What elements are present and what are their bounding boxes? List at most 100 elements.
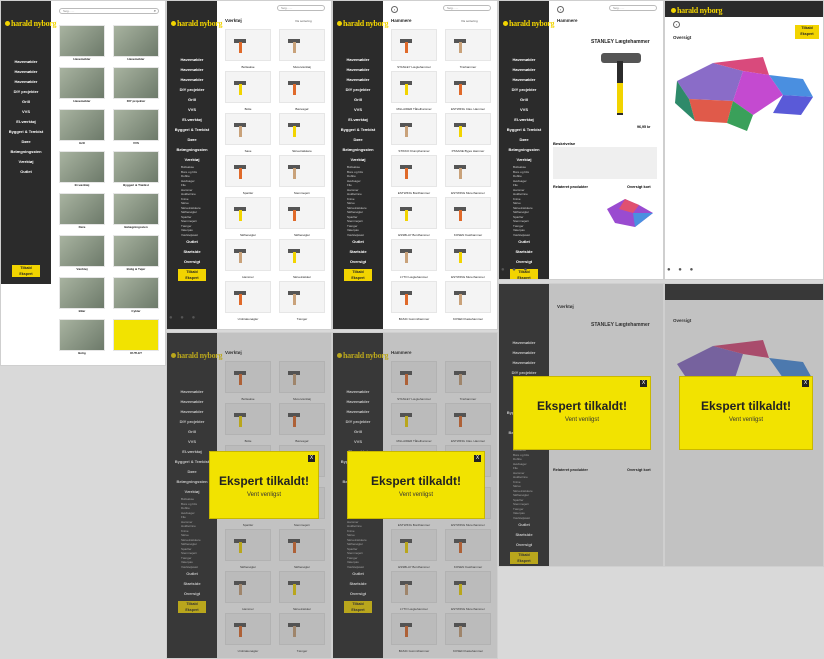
search-input[interactable]: Søg....... ⌕ (59, 8, 159, 14)
nav-item[interactable]: Havemøbler (167, 75, 217, 85)
store-map[interactable] (673, 53, 819, 133)
product-tile[interactable]: Murerværktøj (279, 29, 325, 71)
nav-item[interactable]: Outlet (333, 237, 383, 247)
nav-item[interactable]: Byggeri & Træbist (499, 125, 549, 135)
nav-item[interactable]: Byggeri & Træbist (333, 125, 383, 135)
close-icon[interactable]: X (802, 380, 809, 387)
search-icon[interactable]: ⌕ (154, 9, 156, 13)
category-tile[interactable]: Bolig & Tøjer (113, 235, 159, 277)
product-tile[interactable]: Bæresgør (279, 71, 325, 113)
close-icon[interactable]: X (474, 455, 481, 462)
overview-map-thumb[interactable] (605, 195, 655, 231)
product-tile[interactable]: STIKKO Klumphammer (391, 113, 437, 155)
nav-item[interactable]: Døre (499, 135, 549, 145)
nav-item[interactable]: Havemøbler (499, 75, 549, 85)
nav-item[interactable]: Belægningssten (1, 147, 51, 157)
nav-item[interactable]: Havemøbler (499, 65, 549, 75)
product-tile[interactable]: ESTWING Bordhammer (391, 155, 437, 197)
nav-item[interactable]: Outlet (499, 237, 549, 247)
nav-item[interactable]: VVS (333, 105, 383, 115)
brand-logo[interactable]: harald nyborg (337, 17, 389, 31)
product-tile[interactable]: Tænger (279, 281, 325, 323)
category-tile[interactable]: Havemøbler (113, 25, 159, 67)
pagination[interactable]: ● ● ● (667, 267, 696, 273)
nav-item[interactable]: Belægningssten (333, 145, 383, 155)
product-tile[interactable]: BASIC Gummihammer (391, 281, 437, 323)
product-tile[interactable]: Umbrakonøgler (225, 281, 271, 323)
startside-link[interactable]: Startside (499, 247, 549, 257)
nav-item[interactable]: Grill (167, 95, 217, 105)
nav-item[interactable]: Grill (499, 95, 549, 105)
product-tile[interactable]: Save (225, 113, 271, 155)
category-tile[interactable]: Døre (59, 193, 105, 235)
nav-item[interactable]: El-værktøj (1, 117, 51, 127)
nav-item[interactable]: Døre (1, 137, 51, 147)
search-input[interactable]: Søg....... (609, 5, 657, 11)
nav-item[interactable]: Døre (167, 135, 217, 145)
cta-button[interactable]: Tilkald Ekspert (344, 269, 372, 281)
product-tile[interactable]: Stemmejern (279, 155, 325, 197)
cta-button[interactable]: Tilkald Ekspert (795, 25, 819, 39)
nav-item[interactable]: Værktøj (499, 155, 549, 165)
nav-item[interactable]: VVS (499, 105, 549, 115)
product-tile[interactable]: ESSBLAY Bordhammer (391, 197, 437, 239)
search-input[interactable]: Søg....... (443, 5, 491, 11)
back-icon[interactable]: ‹ (391, 6, 398, 13)
nav-item[interactable]: Byggeri & Træbist (1, 127, 51, 137)
category-tile[interactable]: Belægningssten (113, 193, 159, 235)
nav-item[interactable]: Belægningssten (167, 145, 217, 155)
product-tile[interactable]: Skruetrækker (279, 239, 325, 281)
product-tile[interactable]: Boltsakse (225, 29, 271, 71)
nav-item[interactable]: Grill (1, 97, 51, 107)
nav-item[interactable]: Værktøj (333, 155, 383, 165)
category-tile[interactable]: Cykler (113, 277, 159, 319)
category-tile[interactable]: El-værktøj (59, 151, 105, 193)
category-tile[interactable]: Bilar (59, 277, 105, 319)
brand-logo[interactable]: harald nyborg (5, 17, 57, 31)
nav-item[interactable]: Havemøbler (167, 65, 217, 75)
category-tile[interactable]: OUTLET (113, 319, 159, 361)
nav-item[interactable]: Havemøbler (1, 77, 51, 87)
category-tile[interactable]: VVS (113, 109, 159, 151)
product-tile[interactable]: PSSANE Byjes Hammer (445, 113, 491, 155)
nav-item[interactable]: Outlet (167, 237, 217, 247)
startside-link[interactable]: Startside (333, 247, 383, 257)
nav-item[interactable]: DIY projekter (1, 87, 51, 97)
category-tile[interactable]: Havemøbler (59, 67, 105, 109)
oversigt-link[interactable]: Oversigt (167, 257, 217, 267)
nav-item[interactable]: DIY projekter (499, 85, 549, 95)
nav-item[interactable]: Byggeri & Træbist (167, 125, 217, 135)
category-tile[interactable]: Grill (59, 109, 105, 151)
pagination[interactable]: ● ● ● (169, 315, 198, 321)
category-tile[interactable]: Værktøj (59, 235, 105, 277)
nav-item[interactable]: Havemøbler (333, 65, 383, 75)
nav-item[interactable]: Outlet (1, 167, 51, 177)
product-tile[interactable]: Hammer (225, 239, 271, 281)
product-tile[interactable]: MILLAIDER Tåbelhammer (391, 71, 437, 113)
category-tile[interactable]: DIY projekter (113, 67, 159, 109)
product-tile[interactable]: KOSEN Kasthammer (445, 197, 491, 239)
sort-label[interactable]: Vis sortering (461, 19, 478, 23)
nav-item[interactable]: Havemøbler (333, 75, 383, 85)
nav-item[interactable]: Grill (333, 95, 383, 105)
product-tile[interactable]: Spartler (225, 155, 271, 197)
product-tile[interactable]: STANLEY Lægtehammer (391, 29, 437, 71)
brand-logo[interactable]: harald nyborg (503, 17, 555, 31)
nav-item[interactable]: El-værktøj (333, 115, 383, 125)
nav-item[interactable]: Havemøbler (1, 57, 51, 67)
brand-logo[interactable]: harald nyborg (171, 17, 223, 31)
product-tile[interactable]: ESTWING Clas. Hammer (445, 71, 491, 113)
nav-item[interactable]: Døre (333, 135, 383, 145)
product-tile[interactable]: Træhammer (445, 29, 491, 71)
product-tile[interactable]: Skiftenøgler (225, 197, 271, 239)
brand-logo[interactable]: harald nyborg (671, 4, 723, 18)
product-tile[interactable]: LYTO Lægtehammer (391, 239, 437, 281)
nav-item[interactable]: El-værktøj (167, 115, 217, 125)
close-icon[interactable]: X (308, 455, 315, 462)
product-tile[interactable]: ESTWING Murerhammer (445, 155, 491, 197)
back-icon[interactable]: ‹ (673, 21, 680, 28)
category-tile[interactable]: Bolig (59, 319, 105, 361)
oversigt-link[interactable]: Oversigt (333, 257, 383, 267)
nav-item[interactable]: Værktøj (1, 157, 51, 167)
cta-button[interactable]: Tilkald Ekspert (178, 269, 206, 281)
